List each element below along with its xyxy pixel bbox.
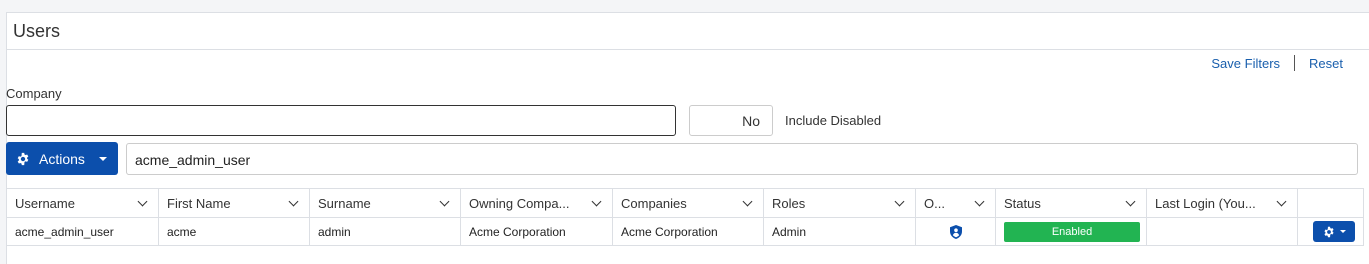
cell-username: acme_admin_user bbox=[6, 217, 159, 246]
chevron-down-icon bbox=[974, 196, 985, 206]
column-header-companies[interactable]: Companies bbox=[612, 188, 764, 218]
users-table: Username First Name Surname Owning Compa… bbox=[6, 188, 1364, 246]
include-disabled-toggle[interactable]: No bbox=[689, 105, 773, 136]
column-header-first-name[interactable]: First Name bbox=[158, 188, 310, 218]
filter-links: Save Filters Reset bbox=[1211, 55, 1343, 71]
chevron-down-icon bbox=[1276, 196, 1287, 206]
cell-first-name: acme bbox=[158, 217, 310, 246]
table-row[interactable]: acme_admin_user acme admin Acme Corporat… bbox=[6, 217, 1364, 246]
actions-label: Actions bbox=[39, 150, 85, 167]
column-header-surname[interactable]: Surname bbox=[309, 188, 461, 218]
chevron-down-icon bbox=[288, 196, 299, 206]
column-header-roles[interactable]: Roles bbox=[763, 188, 916, 218]
panel-header: Users bbox=[7, 13, 1369, 50]
chevron-down-icon bbox=[894, 196, 905, 206]
column-header-owning-company[interactable]: Owning Compa... bbox=[460, 188, 613, 218]
row-actions-button[interactable] bbox=[1313, 221, 1355, 242]
company-label: Company bbox=[6, 86, 62, 101]
chevron-down-icon bbox=[439, 196, 450, 206]
gear-icon bbox=[1323, 226, 1334, 237]
cell-row-actions bbox=[1297, 217, 1364, 246]
chevron-down-icon bbox=[742, 196, 753, 206]
cell-last-login bbox=[1146, 217, 1298, 246]
chevron-down-icon bbox=[137, 196, 148, 206]
save-filters-link[interactable]: Save Filters bbox=[1211, 56, 1280, 71]
company-input[interactable] bbox=[6, 105, 676, 136]
cell-status: Enabled bbox=[995, 217, 1147, 246]
page-title: Users bbox=[13, 21, 61, 41]
actions-button[interactable]: Actions bbox=[6, 142, 118, 175]
table-header-row: Username First Name Surname Owning Compa… bbox=[6, 188, 1364, 218]
cell-companies: Acme Corporation bbox=[612, 217, 764, 246]
reset-link[interactable]: Reset bbox=[1309, 56, 1343, 71]
link-divider bbox=[1294, 55, 1296, 71]
caret-down-icon bbox=[1339, 230, 1346, 233]
cell-surname: admin bbox=[309, 217, 461, 246]
shield-user-icon bbox=[949, 224, 962, 239]
column-header-owner[interactable]: O... bbox=[915, 188, 996, 218]
caret-down-icon bbox=[98, 156, 107, 161]
cell-owner bbox=[915, 217, 996, 246]
search-input[interactable]: acme_admin_user bbox=[126, 143, 1358, 175]
cell-owning-company: Acme Corporation bbox=[460, 217, 613, 246]
column-header-actions bbox=[1297, 188, 1364, 218]
column-header-last-login[interactable]: Last Login (You... bbox=[1146, 188, 1298, 218]
include-disabled-label: Include Disabled bbox=[785, 113, 882, 128]
status-badge: Enabled bbox=[1004, 221, 1140, 242]
column-header-username[interactable]: Username bbox=[6, 188, 159, 218]
column-header-status[interactable]: Status bbox=[995, 188, 1147, 218]
gear-icon bbox=[16, 152, 30, 166]
cell-roles: Admin bbox=[763, 217, 916, 246]
chevron-down-icon bbox=[591, 196, 602, 206]
chevron-down-icon bbox=[1125, 196, 1136, 206]
